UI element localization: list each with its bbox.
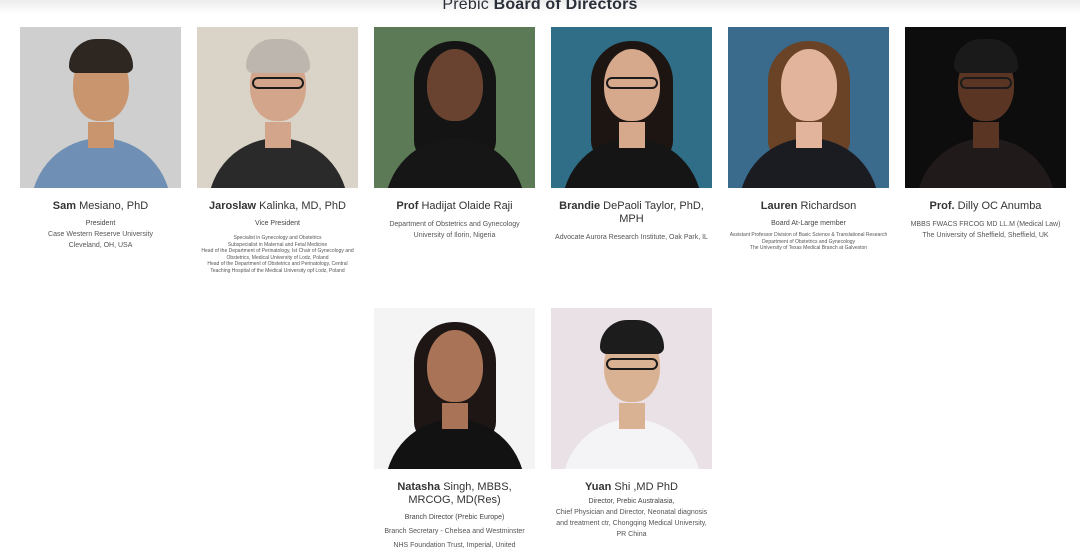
director-affiliation: Chief Physician and Director, Neonatal d… (555, 509, 708, 538)
glasses-icon (251, 77, 304, 89)
photo-torso (384, 138, 525, 188)
director-last-name: Shi ,MD PhD (614, 481, 678, 493)
director-role: Director, Prebic Australasia, (588, 498, 675, 505)
photo-neck (618, 122, 645, 148)
director-name: Lauren Richardson (728, 200, 889, 213)
director-first-name: Yuan (585, 481, 612, 493)
director-last-name: Richardson (800, 200, 857, 212)
director-last-name: Mesiano, PhD (79, 200, 149, 212)
director-name: Jaroslaw Kalinka, MD, PhD (197, 200, 358, 213)
director-name: Natasha Singh, MBBS, MRCOG, MD(Res) (374, 481, 535, 507)
director-last-name: Kalinka, MD, PhD (259, 200, 346, 212)
director-affiliation: Advocate Aurora Research Institute, Oak … (555, 234, 708, 241)
photo-neck (795, 122, 822, 148)
director-name: Prof. Dilly OC Anumba (905, 200, 1066, 213)
director-first-name: Lauren (760, 200, 798, 212)
director-affiliation: Department of Obstetrics and Gynecology (389, 221, 520, 228)
director-first-name: Brandie (559, 200, 601, 212)
director-photo (728, 27, 889, 188)
director-photo (197, 27, 358, 188)
photo-head (426, 49, 483, 121)
director-card: Prof. Dilly OC Anumba MBBS FWACS FRCOG M… (905, 27, 1066, 241)
director-card: Jaroslaw Kalinka, MD, PhD Vice President… (197, 27, 358, 274)
director-last-name: Hadijat Olaide Raji (421, 200, 513, 212)
director-first-name: Prof (396, 200, 419, 212)
photo-neck (87, 122, 114, 148)
glasses-icon (959, 77, 1012, 89)
director-affiliation: Branch Secretary - Chelsea and Westminst… (384, 528, 525, 535)
director-affiliation: NHS Foundation Trust, Imperial, United (393, 542, 516, 549)
director-last-name: Dilly OC Anumba (957, 200, 1042, 212)
director-photo (374, 27, 535, 188)
photo-hair (953, 39, 1018, 73)
director-affiliation: University of Ilorin, Nigeria (413, 232, 496, 239)
director-role: President (85, 220, 116, 227)
director-name: Prof Hadijat Olaide Raji (374, 200, 535, 213)
director-card: Brandie DePaoli Taylor, PhD, MPH Advocat… (551, 27, 712, 243)
director-name: Sam Mesiano, PhD (20, 200, 181, 213)
director-card: Yuan Shi ,MD PhD Director, Prebic Austra… (551, 308, 712, 540)
director-affiliation: Head of the Department of Perinatology, … (201, 248, 354, 261)
page-heading: Prebic Board of Directors (0, 0, 1080, 14)
director-affiliation: Cleveland, OH, USA (68, 242, 133, 249)
director-first-name: Jaroslaw (209, 200, 257, 212)
director-card: Sam Mesiano, PhD President Case Western … (20, 27, 181, 251)
director-role: Branch Director (Prebic Europe) (404, 514, 505, 521)
director-last-name: DePaoli Taylor, PhD, MPH (603, 200, 704, 225)
director-first-name: Prof. (929, 200, 955, 212)
director-photo (374, 308, 535, 469)
director-affiliation: Assistant Professor Division of Basic Sc… (729, 232, 888, 238)
director-affiliation: The University of Texas Medical Branch a… (749, 245, 868, 251)
photo-neck (972, 122, 999, 148)
director-name: Yuan Shi ,MD PhD (551, 481, 712, 494)
photo-hair (245, 39, 310, 73)
director-first-name: Natasha (397, 481, 441, 493)
photo-neck (264, 122, 291, 148)
director-photo (20, 27, 181, 188)
heading-emphasis: Board of Directors (493, 0, 638, 13)
director-card: Prof Hadijat Olaide Raji Department of O… (374, 27, 535, 241)
director-photo (551, 308, 712, 469)
director-photo (905, 27, 1066, 188)
heading-prefix: Prebic (442, 0, 489, 13)
photo-neck (441, 403, 468, 429)
director-affiliation: Head of the Department of Obstetrics and… (207, 261, 348, 274)
glasses-icon (605, 358, 658, 370)
photo-hair (68, 39, 133, 73)
director-role: Board At-Large member (771, 220, 846, 227)
director-card: Lauren Richardson Board At-Large member … (728, 27, 889, 252)
photo-hair (599, 320, 664, 354)
photo-head (780, 49, 837, 121)
glasses-icon (605, 77, 658, 89)
director-affiliation: Case Western Reserve University (48, 231, 153, 238)
photo-head (426, 330, 483, 402)
director-name: Brandie DePaoli Taylor, PhD, MPH (551, 200, 712, 226)
director-first-name: Sam (52, 200, 77, 212)
director-affiliation: The University of Sheffield, Sheffield, … (922, 232, 1049, 239)
director-card: Natasha Singh, MBBS, MRCOG, MD(Res) Bran… (374, 308, 535, 551)
photo-neck (618, 403, 645, 429)
director-photo (551, 27, 712, 188)
director-role: Vice President (254, 220, 300, 227)
director-affiliation: MBBS FWACS FRCOG MD LL.M (Medical Law) (910, 221, 1061, 228)
